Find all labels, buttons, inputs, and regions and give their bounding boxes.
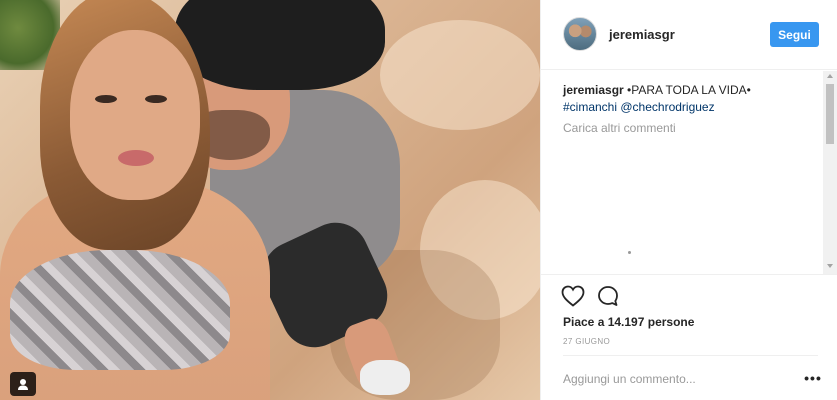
post-photo[interactable]	[0, 0, 540, 400]
photo-woman-eye	[95, 95, 117, 103]
caption-username-link[interactable]: jeremiasgr	[563, 83, 624, 97]
header-username-link[interactable]: jeremiasgr	[609, 27, 675, 42]
photo-woman-lips	[118, 150, 154, 166]
post-header: jeremiasgr Segui	[541, 0, 837, 70]
post-caption: jeremiasgr •PARA TODA LA VIDA• #cimanchi…	[563, 82, 823, 116]
more-options-button[interactable]: •••	[803, 370, 823, 386]
mention-link[interactable]: @chechrodriguez	[620, 100, 714, 114]
photo-woman-face	[70, 30, 200, 200]
post-actions: Piace a 14.197 persone 27 GIUGNO •••	[541, 274, 837, 400]
likes-count[interactable]: Piace a 14.197 persone	[563, 315, 694, 329]
loading-indicator	[628, 251, 631, 254]
user-tag-icon[interactable]	[10, 372, 36, 396]
photo-woman-bikini	[10, 250, 230, 370]
comments-area: jeremiasgr •PARA TODA LA VIDA• #cimanchi…	[541, 71, 837, 274]
avatar[interactable]	[563, 17, 597, 51]
photo-woman-eye	[145, 95, 167, 103]
caption-text: •PARA TODA LA VIDA•	[627, 83, 751, 97]
photo-man-cap	[175, 0, 385, 90]
photo-rock	[380, 20, 540, 130]
scroll-up-arrow-icon[interactable]	[827, 74, 833, 78]
scroll-down-arrow-icon[interactable]	[827, 264, 833, 268]
heart-icon[interactable]	[560, 283, 586, 309]
add-comment-row: •••	[563, 355, 821, 399]
scrollbar-thumb[interactable]	[826, 84, 834, 144]
post-side-panel: jeremiasgr Segui jeremiasgr •PARA TODA L…	[540, 0, 837, 400]
load-more-comments-link[interactable]: Carica altri commenti	[563, 121, 676, 135]
hashtag-link[interactable]: #cimanchi	[563, 100, 617, 114]
comment-icon[interactable]	[595, 283, 621, 309]
follow-button[interactable]: Segui	[770, 22, 819, 47]
photo-man-shoe	[360, 360, 410, 395]
comment-input[interactable]	[563, 370, 783, 388]
post-date[interactable]: 27 GIUGNO	[563, 337, 610, 346]
